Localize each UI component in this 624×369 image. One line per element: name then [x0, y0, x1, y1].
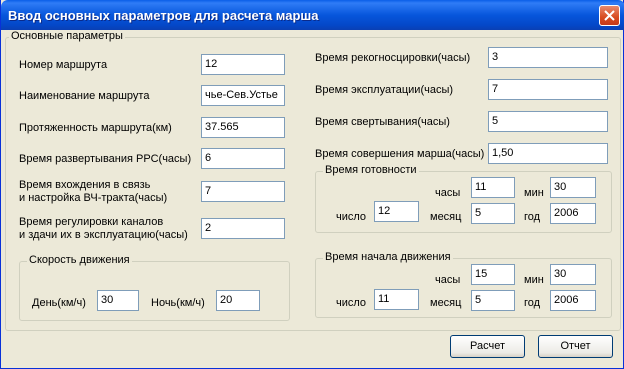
recon-time-input[interactable]: 3: [488, 47, 608, 68]
teardown-time-label: Время свертывания(часы): [315, 116, 450, 128]
start-year-input[interactable]: 2006: [550, 290, 596, 311]
day-speed-input[interactable]: 30: [97, 290, 139, 311]
start-hours-input[interactable]: 15: [471, 264, 515, 285]
readiness-hours-label: часы: [435, 187, 461, 199]
comm-entry-label-1: Время вхождения в связь: [19, 179, 151, 191]
route-number-input[interactable]: 12: [201, 54, 285, 75]
comm-entry-input[interactable]: 7: [201, 181, 285, 202]
route-length-input[interactable]: 37.565: [201, 117, 285, 138]
operation-time-input[interactable]: 7: [488, 79, 608, 100]
channel-adjust-label-2: и здачи их в эксплуатацию(часы): [19, 229, 188, 241]
readiness-day-label: число: [336, 211, 367, 223]
start-month-input[interactable]: 5: [471, 290, 515, 311]
comm-entry-label-2: и настройка ВЧ-тракта(часы): [19, 192, 168, 204]
dialog-window: Ввод основных параметров для расчета мар…: [0, 0, 624, 369]
rrs-deploy-label: Время развертывания РРС(часы): [19, 153, 192, 165]
march-time-label: Время совершения марша(часы): [315, 148, 485, 160]
start-year-label: год: [524, 297, 541, 309]
readiness-month-label: месяц: [430, 211, 462, 223]
readiness-min-input[interactable]: 30: [550, 177, 596, 198]
speed-legend: Скорость движения: [27, 254, 132, 267]
start-legend: Время начала движения: [323, 251, 453, 264]
route-name-label: Наименование маршрута: [19, 90, 150, 102]
readiness-legend: Время готовности: [323, 164, 419, 177]
report-button[interactable]: Отчет: [538, 335, 613, 358]
rrs-deploy-input[interactable]: 6: [201, 148, 285, 169]
march-time-input[interactable]: 1,50: [488, 143, 608, 164]
day-speed-label: День(км/ч): [32, 297, 86, 309]
operation-time-label: Время эксплуатации(часы): [315, 84, 454, 96]
readiness-day-input[interactable]: 12: [374, 201, 419, 222]
readiness-min-label: мин: [524, 187, 544, 199]
teardown-time-input[interactable]: 5: [488, 111, 608, 132]
route-number-label: Номер маршрута: [19, 59, 108, 71]
readiness-month-input[interactable]: 5: [471, 203, 515, 224]
start-day-label: число: [336, 297, 367, 309]
window-title: Ввод основных параметров для расчета мар…: [8, 8, 319, 23]
readiness-year-label: год: [524, 211, 541, 223]
recon-time-label: Время рекогносцировки(часы): [315, 52, 471, 64]
start-min-input[interactable]: 30: [550, 264, 596, 285]
night-speed-input[interactable]: 20: [216, 290, 260, 311]
channel-adjust-input[interactable]: 2: [201, 218, 285, 239]
close-icon: [604, 10, 615, 21]
start-month-label: месяц: [430, 297, 462, 309]
route-length-label: Протяженность маршрута(км): [19, 122, 172, 134]
start-hours-label: часы: [435, 274, 461, 286]
title-bar[interactable]: Ввод основных параметров для расчета мар…: [1, 0, 624, 30]
start-min-label: мин: [524, 274, 544, 286]
route-name-input[interactable]: чье-Сев.Устье: [201, 85, 285, 106]
calc-button[interactable]: Расчет: [450, 335, 525, 358]
readiness-year-input[interactable]: 2006: [550, 203, 596, 224]
channel-adjust-label-1: Время регулировки каналов: [19, 216, 164, 228]
night-speed-label: Ночь(км/ч): [151, 297, 205, 309]
start-day-input[interactable]: 11: [374, 289, 419, 310]
close-button[interactable]: [599, 5, 620, 26]
main-params-legend: Основные параметры: [9, 30, 125, 43]
readiness-hours-input[interactable]: 11: [471, 177, 515, 198]
